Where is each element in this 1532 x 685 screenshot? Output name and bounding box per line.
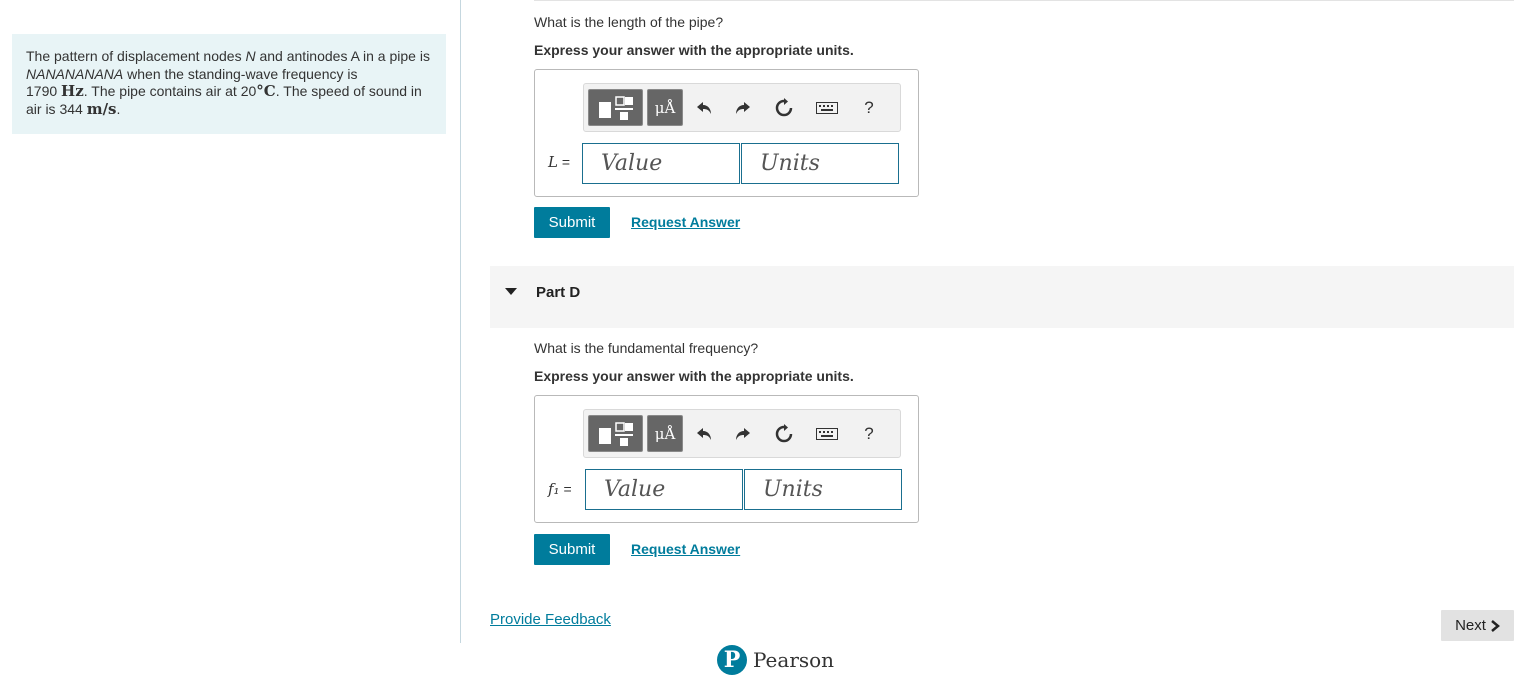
templates-icon xyxy=(598,421,633,446)
problem-text: . The pipe contains air at xyxy=(83,83,241,99)
keyboard-icon xyxy=(816,428,838,440)
problem-text: when the standing-wave frequency is xyxy=(123,65,358,82)
help-icon: ? xyxy=(864,424,874,443)
temperature-unit: °C xyxy=(256,82,276,100)
math-toolbar: μÅ ? xyxy=(583,83,901,132)
question-text: What is the fundamental frequency? xyxy=(534,340,759,356)
redo-button[interactable] xyxy=(729,95,755,121)
variable-label: L = xyxy=(548,153,570,171)
part-d-header[interactable]: Part D xyxy=(490,266,1514,328)
reset-icon xyxy=(775,424,793,443)
variable-symbol: L xyxy=(548,153,558,171)
units-button[interactable]: μÅ xyxy=(647,89,683,126)
request-answer-link[interactable]: Request Answer xyxy=(631,541,740,557)
value-input[interactable]: Value xyxy=(582,143,740,184)
undo-button[interactable] xyxy=(692,421,718,447)
units-icon: μÅ xyxy=(654,98,676,117)
speed-value: 344 xyxy=(59,100,83,117)
answer-box: μÅ ? L = Value Units xyxy=(534,69,919,197)
redo-icon xyxy=(736,428,750,440)
value-input[interactable]: Value xyxy=(585,469,743,510)
templates-icon xyxy=(598,95,633,120)
keyboard-icon xyxy=(816,102,838,114)
node-letter: N xyxy=(245,48,256,64)
keyboard-button[interactable] xyxy=(812,421,842,447)
reset-icon xyxy=(775,98,793,117)
column-divider xyxy=(460,0,461,643)
variable-symbol: f₁ xyxy=(548,480,560,498)
math-toolbar: μÅ ? xyxy=(583,409,901,458)
units-input[interactable]: Units xyxy=(744,469,902,510)
submit-button[interactable]: Submit xyxy=(534,534,610,565)
next-button[interactable]: Next xyxy=(1441,610,1514,641)
provide-feedback-link[interactable]: Provide Feedback xyxy=(490,611,611,628)
pipe-pattern: NANANANANA xyxy=(26,65,124,82)
keyboard-button[interactable] xyxy=(812,95,842,121)
redo-button[interactable] xyxy=(729,421,755,447)
chevron-right-icon xyxy=(1491,619,1500,632)
help-icon: ? xyxy=(864,98,874,117)
pearson-icon: P xyxy=(717,645,747,675)
undo-icon xyxy=(697,428,711,440)
brand-name: Pearson xyxy=(753,648,835,672)
top-divider xyxy=(534,0,1514,1)
problem-text: The pattern of displacement nodes xyxy=(26,48,246,64)
equals-sign: = xyxy=(563,481,572,497)
undo-button[interactable] xyxy=(692,95,718,121)
templates-button[interactable] xyxy=(588,89,643,126)
frequency-unit: Hz xyxy=(61,82,84,100)
equals-sign: = xyxy=(561,154,571,170)
variable-label: f₁ = xyxy=(548,480,572,498)
units-input[interactable]: Units xyxy=(741,143,899,184)
units-button[interactable]: μÅ xyxy=(647,415,683,452)
question-text: What is the length of the pipe? xyxy=(534,14,724,30)
help-button[interactable]: ? xyxy=(856,95,882,121)
undo-icon xyxy=(697,102,711,114)
problem-text: and antinodes A in a pipe is xyxy=(255,48,430,64)
part-title: Part D xyxy=(536,284,581,301)
reset-button[interactable] xyxy=(771,421,797,447)
reset-button[interactable] xyxy=(771,95,797,121)
units-icon: μÅ xyxy=(654,424,676,443)
help-button[interactable]: ? xyxy=(856,421,882,447)
templates-button[interactable] xyxy=(588,415,643,452)
problem-statement: The pattern of displacement nodes N and … xyxy=(12,34,446,134)
submit-button[interactable]: Submit xyxy=(534,207,610,238)
request-answer-link[interactable]: Request Answer xyxy=(631,214,740,230)
speed-unit: m/s xyxy=(86,99,117,118)
caret-down-icon xyxy=(505,288,517,295)
next-label: Next xyxy=(1455,617,1486,634)
problem-text: . xyxy=(116,100,121,117)
redo-icon xyxy=(736,102,750,114)
temperature-value: 20 xyxy=(240,83,257,99)
answer-instruction: Express your answer with the appropriate… xyxy=(534,42,854,58)
answer-box: μÅ ? f₁ = Value Units xyxy=(534,395,919,523)
pearson-logo: P Pearson xyxy=(717,645,834,675)
frequency-value: 1790 xyxy=(26,83,58,99)
answer-instruction: Express your answer with the appropriate… xyxy=(534,368,854,384)
